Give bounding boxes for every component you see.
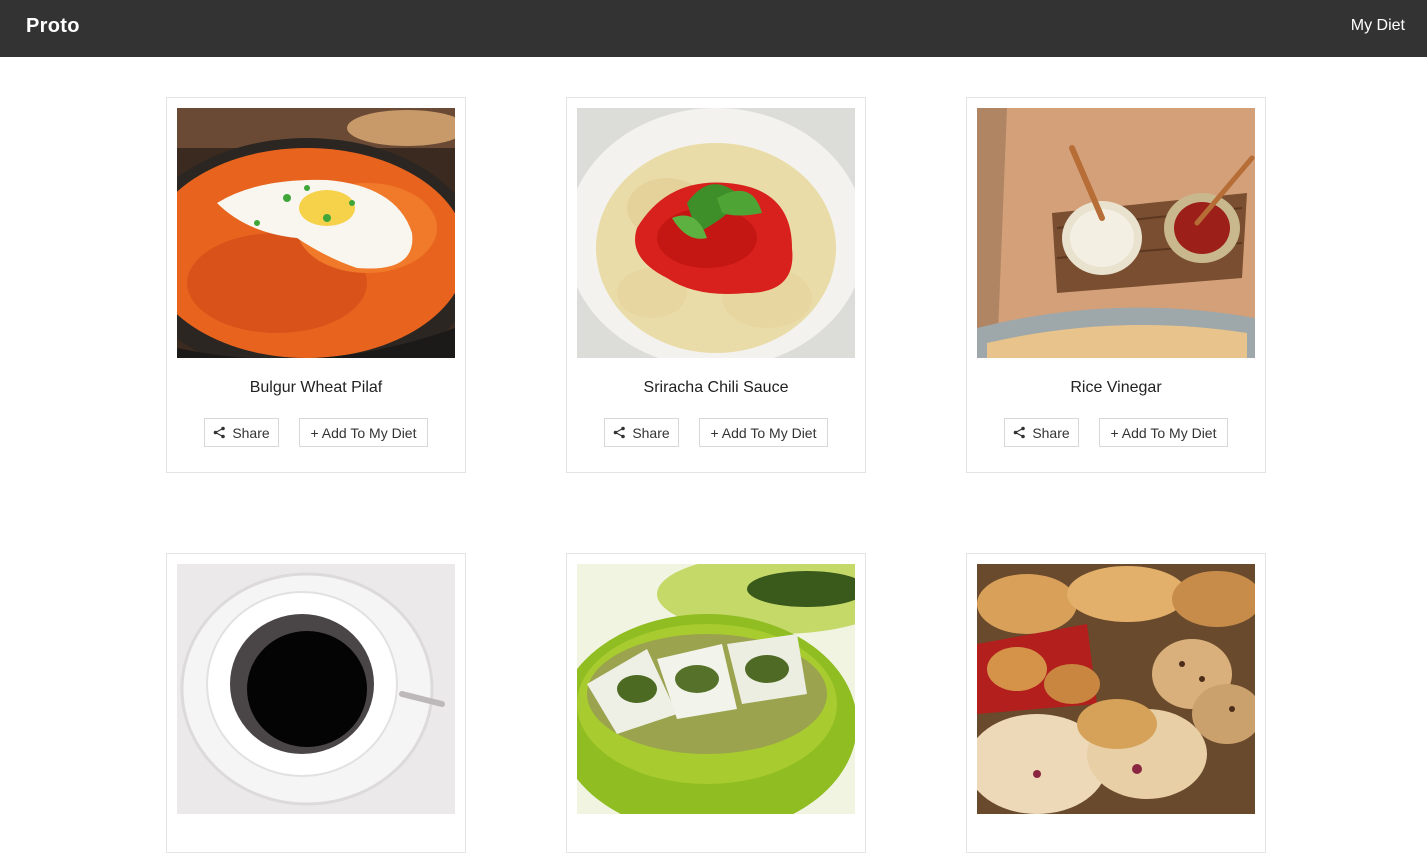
sriracha-pasta-image [577, 108, 855, 358]
share-icon [613, 426, 626, 439]
share-label: Share [1032, 424, 1070, 441]
food-photo[interactable] [577, 564, 855, 814]
food-card [566, 553, 866, 853]
coffee-cup-image [177, 564, 455, 814]
food-card: Rice Vinegar Share + Add To My Diet [966, 97, 1266, 473]
food-title: Rice Vinegar [1070, 379, 1162, 396]
food-card [966, 553, 1266, 853]
pastries-image [977, 564, 1255, 814]
food-card: Bulgur Wheat Pilaf Share + Add To My Die… [166, 97, 466, 473]
add-to-diet-button[interactable]: + Add To My Diet [699, 418, 828, 447]
food-card [166, 553, 466, 853]
share-icon [1013, 426, 1026, 439]
food-photo[interactable] [977, 108, 1255, 358]
rice-vinegar-image [977, 108, 1255, 358]
add-to-diet-button[interactable]: + Add To My Diet [1099, 418, 1228, 447]
food-photo[interactable] [977, 564, 1255, 814]
food-title: Sriracha Chili Sauce [643, 379, 789, 396]
share-label: Share [232, 424, 270, 441]
share-button[interactable]: Share [1004, 418, 1079, 447]
bulgur-pilaf-image [177, 108, 455, 358]
food-photo[interactable] [577, 108, 855, 358]
add-to-diet-button[interactable]: + Add To My Diet [299, 418, 428, 447]
food-card: Sriracha Chili Sauce Share + Add To My D… [566, 97, 866, 473]
share-button[interactable]: Share [604, 418, 679, 447]
share-button[interactable]: Share [204, 418, 279, 447]
my-diet-link[interactable]: My Diet [1351, 17, 1405, 35]
brand-logo[interactable]: Proto [26, 15, 80, 38]
food-title: Bulgur Wheat Pilaf [249, 379, 383, 396]
food-photo[interactable] [177, 108, 455, 358]
rice-rolls-image [577, 564, 855, 814]
share-label: Share [632, 424, 670, 441]
food-photo[interactable] [177, 564, 455, 814]
top-navbar: Proto My Diet [0, 0, 1427, 57]
share-icon [213, 426, 226, 439]
